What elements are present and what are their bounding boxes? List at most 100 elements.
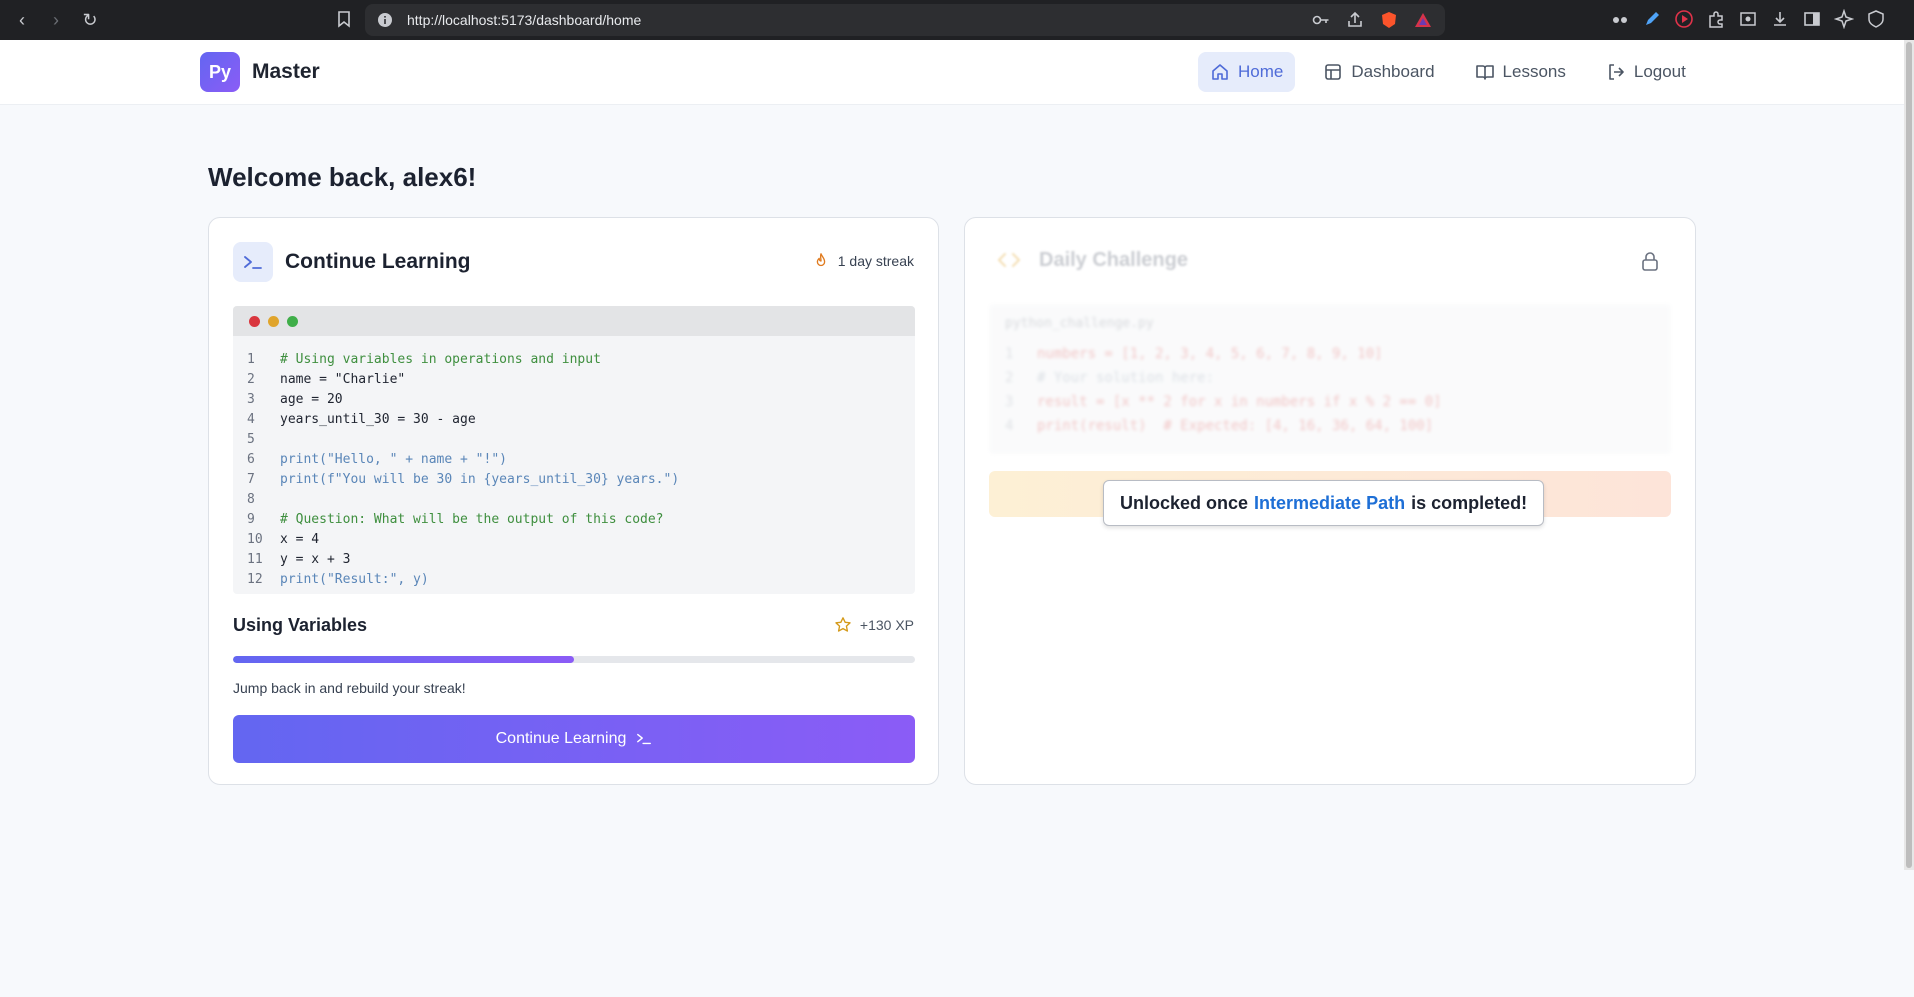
- rewards-icon[interactable]: [1413, 10, 1433, 30]
- back-icon[interactable]: ‹: [8, 10, 36, 31]
- sidebar-toggle-icon[interactable]: [1802, 9, 1822, 29]
- code-line: 2 name = "Charlie": [233, 370, 915, 390]
- logout-icon: [1609, 64, 1624, 80]
- terminal-prompt-icon: [637, 733, 652, 745]
- nav-home[interactable]: Home: [1198, 52, 1296, 92]
- extension-screenshot-icon[interactable]: [1738, 9, 1758, 29]
- unlock-suffix: is completed!: [1411, 492, 1528, 513]
- reload-icon[interactable]: ↻: [76, 10, 104, 31]
- key-icon[interactable]: [1311, 10, 1331, 30]
- code-content: 1 # Using variables in operations and inp…: [233, 336, 915, 590]
- unlock-message: Unlocked once Intermediate Path is compl…: [1103, 480, 1545, 526]
- flame-icon: [816, 253, 826, 267]
- code-line: 12 print("Result:", y): [233, 570, 915, 590]
- leo-ai-icon[interactable]: [1833, 8, 1855, 30]
- logo-text: Master: [252, 60, 320, 83]
- challenge-file-name: python_challenge.py: [1005, 316, 1154, 331]
- code-line: 7 print(f"You will be 30 in {years_until_…: [233, 470, 915, 490]
- nav-logout[interactable]: Logout: [1594, 52, 1698, 92]
- scrollbar-thumb[interactable]: [1906, 42, 1912, 868]
- dashboard-icon: [1325, 64, 1342, 80]
- app-header: Py Master Home Dashboard Lessons Logout: [0, 40, 1904, 105]
- terminal-icon: [233, 242, 273, 282]
- code-text: print("Hello, " + name + "!"): [280, 452, 507, 467]
- unlock-prefix: Unlocked once: [1120, 492, 1249, 513]
- code-text: x = 4: [280, 532, 320, 547]
- code-line: 3 age = 20: [233, 390, 915, 410]
- forward-icon[interactable]: ›: [42, 10, 70, 31]
- nav-logout-label: Logout: [1633, 62, 1686, 81]
- code-text: y = x + 3: [280, 552, 351, 567]
- editor-title-bar: [233, 306, 915, 336]
- code-line: 4 years_until_30 = 30 - age: [233, 410, 915, 430]
- share-icon[interactable]: [1345, 10, 1365, 30]
- line-number: 3: [247, 392, 255, 407]
- browser-toolbar: ‹ › ↻ http://localhost:5173/dashboard/ho…: [0, 0, 1914, 40]
- lesson-name: Using Variables: [233, 615, 368, 635]
- line-number: 6: [247, 452, 255, 467]
- code-line: 9 # Question: What will be the output of …: [233, 510, 915, 530]
- brave-shield-icon[interactable]: [1379, 10, 1399, 30]
- code-line: 10 x = 4: [233, 530, 915, 550]
- vpn-shield-icon[interactable]: [1866, 9, 1886, 29]
- intermediate-path-link[interactable]: Intermediate Path: [1254, 493, 1405, 514]
- code-line: 6 print("Hello, " + name + "!"): [233, 450, 915, 470]
- window-maximize-dot: [287, 315, 298, 327]
- line-number: 8: [247, 492, 255, 507]
- code-text: print(result) # Expected: [4, 16, 36, 64…: [1037, 418, 1434, 434]
- challenge-code-line: 3 result = [x ** 2 for x in numbers if x …: [1005, 390, 1442, 414]
- line-number: 1: [247, 352, 255, 367]
- challenge-card-title: Daily Challenge: [1039, 248, 1188, 271]
- site-info-icon[interactable]: [377, 12, 393, 28]
- challenge-code-line: 2 # Your solution here:: [1005, 366, 1442, 390]
- challenge-code-preview: python_challenge.py 1 numbers = [1, 2, 3,…: [989, 304, 1671, 454]
- streak-hint: Jump back in and rebuild your streak!: [233, 680, 466, 696]
- streak-text: 1 day streak: [837, 253, 914, 269]
- code-text: age = 20: [280, 392, 343, 407]
- page-scrollbar[interactable]: [1904, 40, 1914, 870]
- streak-indicator: 1 day streak: [812, 252, 914, 270]
- continue-card-title: Continue Learning: [285, 250, 471, 273]
- nav-lessons[interactable]: Lessons: [1463, 52, 1578, 92]
- code-text: print(f"You will be 30 in {years_until_3…: [280, 472, 680, 487]
- line-number: 2: [247, 372, 255, 387]
- line-number: 4: [1005, 418, 1014, 434]
- nav-home-label: Home: [1238, 62, 1284, 81]
- code-editor: 1 # Using variables in operations and inp…: [233, 306, 915, 594]
- code-text: print("Result:", y): [280, 572, 429, 587]
- line-number: 9: [247, 512, 255, 527]
- download-icon[interactable]: [1770, 9, 1790, 29]
- lesson-progress-bar: [233, 656, 915, 663]
- extensions-puzzle-icon[interactable]: [1706, 9, 1726, 29]
- line-number: 2: [1005, 370, 1014, 386]
- daily-challenge-card: Daily Challenge python_challenge.py 1 num…: [964, 217, 1696, 785]
- line-number: 3: [1005, 394, 1014, 410]
- line-number: 4: [247, 412, 255, 427]
- xp-text: +130 XP: [859, 617, 914, 633]
- logo-badge: Py: [200, 52, 240, 92]
- extension-pen-icon[interactable]: [1642, 9, 1662, 29]
- nav-lessons-label: Lessons: [1502, 62, 1566, 81]
- code-text: result = [x ** 2 for x in numbers if x %…: [1037, 394, 1442, 410]
- code-text: # Your solution here:: [1037, 370, 1215, 386]
- app-logo[interactable]: Py Master: [200, 52, 320, 92]
- line-number: 5: [247, 432, 255, 447]
- extension-glasses-icon[interactable]: [1610, 9, 1630, 29]
- xp-reward: +130 XP: [834, 616, 914, 634]
- continue-card-header: Continue Learning: [233, 242, 471, 282]
- continue-learning-button[interactable]: Continue Learning: [233, 715, 915, 763]
- bookmark-icon[interactable]: [334, 9, 354, 29]
- nav-dashboard-label: Dashboard: [1351, 62, 1435, 81]
- book-icon: [1475, 65, 1494, 80]
- window-close-dot: [249, 315, 260, 327]
- continue-learning-button-label: Continue Learning: [495, 730, 627, 747]
- code-line: 11 y = x + 3: [233, 550, 915, 570]
- url-text[interactable]: http://localhost:5173/dashboard/home: [407, 12, 641, 28]
- code-brackets-icon: [998, 253, 1020, 267]
- top-navigation: Home Dashboard Lessons Logout: [1198, 52, 1698, 92]
- nav-dashboard[interactable]: Dashboard: [1311, 52, 1446, 92]
- extension-record-icon[interactable]: [1674, 9, 1694, 29]
- address-bar[interactable]: http://localhost:5173/dashboard/home: [365, 4, 1445, 36]
- line-number: 11: [247, 552, 263, 567]
- line-number: 7: [247, 472, 255, 487]
